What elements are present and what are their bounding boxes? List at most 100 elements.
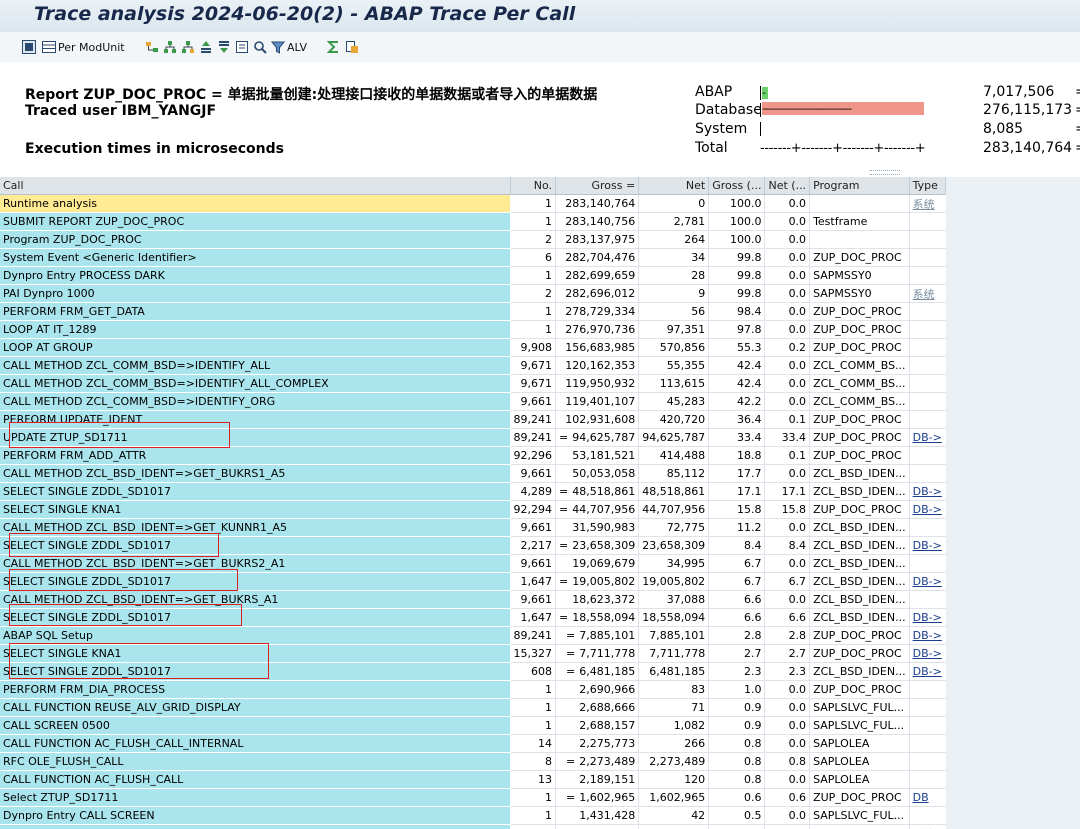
program-cell[interactable]: ZUP_DOC_PROC [809, 320, 910, 339]
table-row[interactable]: SELECT SINGLE KNA1 15,327 = 7,711,778 7,711… [0, 644, 946, 663]
col-header-net-pct[interactable]: Net (... [764, 177, 811, 195]
call-cell[interactable]: SELECT SINGLE KNA1 [0, 644, 511, 663]
type-cell[interactable] [909, 806, 946, 825]
system-link[interactable]: 系统 [913, 198, 935, 211]
net-cell[interactable]: 48,518,861 [638, 482, 710, 501]
gross-cell[interactable]: 18,623,372 [555, 590, 640, 609]
count-cell[interactable]: 6 [510, 248, 556, 267]
gross-percent-cell[interactable]: 17.7 [708, 464, 766, 483]
db-link[interactable]: DB [913, 791, 929, 804]
gross-percent-cell[interactable]: 33.4 [708, 428, 766, 447]
net-percent-cell[interactable]: 17.1 [764, 482, 811, 501]
count-cell[interactable]: 9,661 [510, 464, 556, 483]
gross-percent-cell[interactable]: 42.2 [708, 392, 766, 411]
program-cell[interactable]: ZUP_DOC_PROC [809, 788, 910, 807]
type-cell[interactable] [909, 734, 946, 753]
count-cell[interactable]: 9,908 [510, 338, 556, 357]
count-cell[interactable]: 2 [510, 284, 556, 303]
net-percent-cell[interactable]: 0.0 [764, 320, 811, 339]
gross-percent-cell[interactable]: 42.4 [708, 356, 766, 375]
gross-cell[interactable]: = 23,658,309 [555, 536, 640, 555]
gross-percent-cell[interactable]: 6.6 [708, 608, 766, 627]
program-cell[interactable]: SAPLSLVC_FUL... [809, 824, 910, 829]
table-row[interactable]: SELECT SINGLE ZDDL_SD1017 2,217 = 23,658,30… [0, 536, 946, 555]
gross-percent-cell[interactable]: 6.6 [708, 590, 766, 609]
gross-percent-cell[interactable]: 2.7 [708, 644, 766, 663]
filter-alv-button[interactable]: ALV [271, 39, 307, 55]
count-cell[interactable]: 9,671 [510, 356, 556, 375]
type-cell[interactable]: DB-> [909, 662, 946, 681]
type-cell[interactable] [909, 698, 946, 717]
net-percent-cell[interactable]: 0.0 [764, 806, 811, 825]
program-cell[interactable]: ZCL_BSD_IDEN... [809, 572, 910, 591]
gross-percent-cell[interactable]: 0.8 [708, 752, 766, 771]
splitter-handle[interactable] [870, 170, 900, 175]
gross-cell[interactable]: 2,189,151 [555, 770, 640, 789]
gross-cell[interactable]: 53,181,521 [555, 446, 640, 465]
table-row[interactable]: CALL METHOD ZCL_BSD_IDENT=>GET_BUKRS2_A1… [0, 554, 946, 573]
gross-cell[interactable]: 276,970,736 [555, 320, 640, 339]
net-percent-cell[interactable]: 0.0 [764, 824, 811, 829]
count-cell[interactable]: 1 [510, 266, 556, 285]
program-cell[interactable] [809, 194, 910, 213]
call-cell[interactable]: Select ZTUP_SD1711 [0, 788, 511, 807]
program-cell[interactable]: ZCL_BSD_IDEN... [809, 518, 910, 537]
net-percent-cell[interactable]: 6.6 [764, 608, 811, 627]
table-row[interactable]: PAI Dynpro 1000 2 282,696,012 9 99.8 0.0 SAPMS… [0, 284, 946, 303]
call-cell[interactable]: SELECT SINGLE ZDDL_SD1017 [0, 572, 511, 591]
gross-percent-cell[interactable]: 100.0 [708, 212, 766, 231]
count-cell[interactable]: 92,296 [510, 446, 556, 465]
call-cell[interactable]: Program ZUP_DOC_PROC [0, 230, 511, 249]
net-cell[interactable]: 19,005,802 [638, 572, 710, 591]
net-percent-cell[interactable]: 0.0 [764, 464, 811, 483]
net-cell[interactable]: 420,720 [638, 410, 710, 429]
call-cell[interactable]: UPDATE ZTUP_SD1711 [0, 428, 511, 447]
tree-button[interactable] [163, 39, 177, 55]
call-cell[interactable]: ABAP SQL Setup [0, 626, 511, 645]
net-percent-cell[interactable]: 0.0 [764, 518, 811, 537]
net-percent-cell[interactable]: 0.0 [764, 284, 811, 303]
program-cell[interactable]: ZCL_BSD_IDEN... [809, 608, 910, 627]
call-cell[interactable]: CALL METHOD ZCL_BSD_IDENT=>GET_BUKRS_A1 [0, 590, 511, 609]
call-hierarchy-button[interactable] [145, 39, 159, 55]
count-cell[interactable]: 13 [510, 770, 556, 789]
net-cell[interactable]: 0 [638, 194, 710, 213]
net-cell[interactable]: 7,885,101 [638, 626, 710, 645]
col-header-type[interactable]: Type [909, 177, 946, 195]
type-cell[interactable] [909, 518, 946, 537]
program-cell[interactable]: ZUP_DOC_PROC [809, 302, 910, 321]
gross-cell[interactable]: 1,431,195 [555, 824, 640, 829]
gross-cell[interactable]: 283,137,975 [555, 230, 640, 249]
type-cell[interactable]: DB-> [909, 608, 946, 627]
table-row[interactable]: Select ZTUP_SD1711 1 = 1,602,965 1,602,965 0… [0, 788, 946, 807]
gross-cell[interactable]: = 19,005,802 [555, 572, 640, 591]
net-percent-cell[interactable]: 33.4 [764, 428, 811, 447]
count-cell[interactable]: 4,289 [510, 482, 556, 501]
table-row[interactable]: CALL METHOD ZCL_COMM_BSD=>IDENTIFY_ALL 9,… [0, 356, 946, 375]
call-cell[interactable]: CALL METHOD ZCL_COMM_BSD=>IDENTIFY_ORG [0, 392, 511, 411]
net-percent-cell[interactable]: 0.0 [764, 374, 811, 393]
gross-percent-cell[interactable]: 8.4 [708, 536, 766, 555]
net-cell[interactable]: 18,558,094 [638, 608, 710, 627]
type-cell[interactable]: DB-> [909, 626, 946, 645]
net-cell[interactable]: 34 [638, 248, 710, 267]
program-cell[interactable]: ZUP_DOC_PROC [809, 338, 910, 357]
net-cell[interactable]: 45,283 [638, 392, 710, 411]
type-cell[interactable] [909, 392, 946, 411]
net-percent-cell[interactable]: 0.2 [764, 338, 811, 357]
table-row[interactable]: SELECT SINGLE ZDDL_SD1017 4,289 = 48,518,86… [0, 482, 946, 501]
call-cell[interactable]: CALL FUNCTION AC_FLUSH_CALL_INTERNAL [0, 734, 511, 753]
type-cell[interactable]: 系统 [909, 284, 946, 303]
gross-cell[interactable]: 2,688,157 [555, 716, 640, 735]
table-row[interactable]: PERFORM FRM_GET_DATA 1 278,729,334 56 98.4 0.… [0, 302, 946, 321]
net-cell[interactable]: 6,481,185 [638, 662, 710, 681]
gross-cell[interactable]: 282,696,012 [555, 284, 640, 303]
table-row[interactable]: System Event <Generic Identifier> 6 282,70… [0, 248, 946, 267]
program-cell[interactable]: ZCL_BSD_IDEN... [809, 482, 910, 501]
col-header-gross-pct[interactable]: Gross (... [708, 177, 766, 195]
call-cell[interactable]: PERFORM FRM_ADD_ATTR [0, 446, 511, 465]
program-cell[interactable]: ZCL_BSD_IDEN... [809, 662, 910, 681]
program-cell[interactable]: ZCL_BSD_IDEN... [809, 554, 910, 573]
net-percent-cell[interactable]: 0.1 [764, 410, 811, 429]
table-row[interactable]: RFC OLE_FLUSH_CALL 8 = 2,273,489 2,273,489 0… [0, 752, 946, 771]
